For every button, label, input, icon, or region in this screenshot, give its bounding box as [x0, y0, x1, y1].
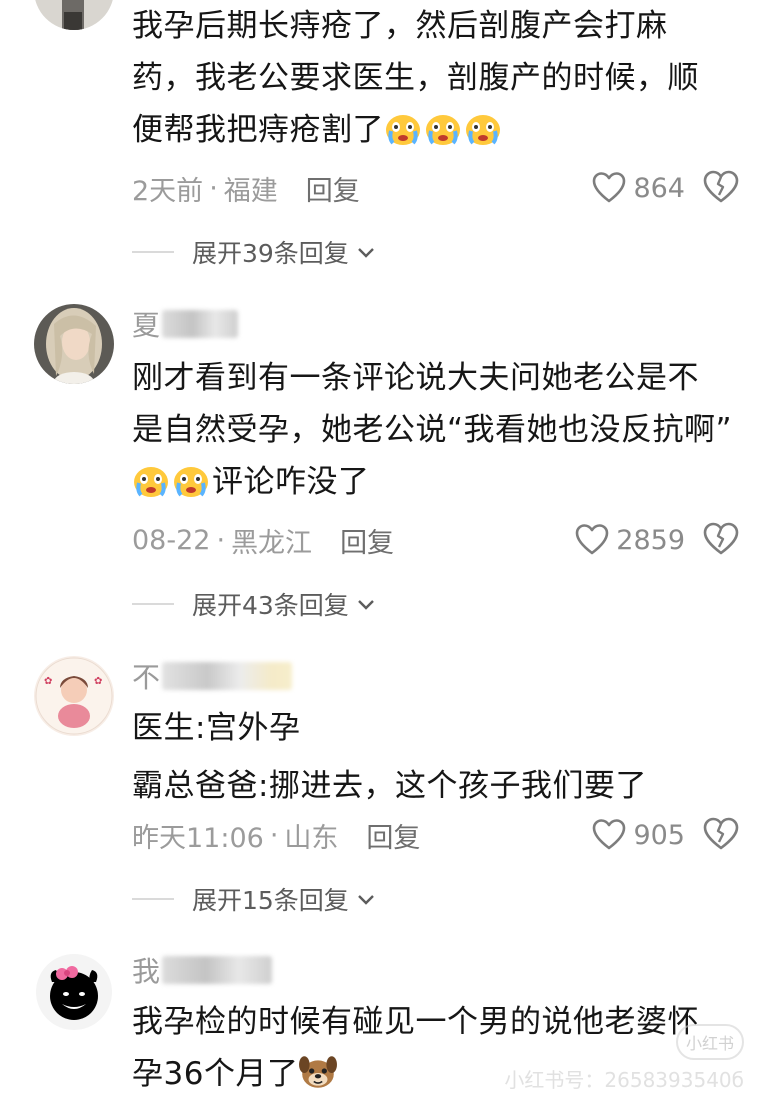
divider — [132, 898, 174, 900]
heart-outline-icon — [575, 524, 609, 555]
comment-line: 便帮我把痔疮割了 — [132, 112, 384, 148]
comment-text: 医生:宫外孕 霸总爸爸:挪进去，这个孩子我们要了 — [132, 702, 647, 812]
comment-line: 药，我老公要求医生，剖腹产的时候，顺 — [132, 60, 699, 96]
reply-button[interactable]: 回复 — [366, 816, 420, 855]
like-button[interactable]: 2859 — [574, 520, 685, 560]
emoji-group — [384, 112, 504, 148]
broken-heart-icon[interactable] — [702, 168, 740, 206]
crying-face-emoji — [466, 115, 500, 145]
svg-text:✿: ✿ — [94, 676, 102, 687]
comment-line: 评论咋没了 — [212, 464, 370, 500]
username-blurred — [162, 310, 239, 338]
broken-heart-icon[interactable] — [702, 815, 740, 853]
chevron-down-icon — [357, 600, 374, 610]
comment-location: 黑龙江 — [231, 527, 313, 559]
like-count: 2859 — [616, 524, 685, 556]
comment-line: 刚才看到有一条评论说大夫问她老公是不 — [132, 360, 699, 396]
comment-line: 医生:宫外孕 — [132, 710, 301, 746]
meta-separator: · — [209, 172, 218, 204]
like-count: 905 — [633, 819, 685, 851]
comment-line: 是自然受孕，她老公说“我看她也没反抗啊” — [132, 412, 733, 448]
heart-outline-icon — [593, 172, 626, 203]
broken-heart-icon[interactable] — [702, 520, 740, 558]
comment-time: 2天前 — [132, 175, 204, 207]
comment-line: 我孕检的时候有碰见一个男的说他老婆怀 — [132, 1004, 699, 1040]
username-visible: 我 — [132, 955, 161, 988]
username[interactable]: 我 — [132, 950, 273, 990]
chevron-down-icon — [357, 895, 374, 905]
watermark-text: 小红书号：2658393540б — [504, 1068, 744, 1092]
meta-separator: · — [216, 524, 226, 556]
crying-face-emoji — [174, 467, 208, 497]
expand-label: 展开39条回复 — [192, 239, 349, 268]
expand-label: 展开43条回复 — [192, 591, 349, 620]
reply-button[interactable]: 回复 — [340, 521, 394, 560]
avatar[interactable]: ✿ ✿ — [34, 656, 114, 736]
crying-face-emoji — [386, 115, 420, 145]
comment-time: 昨天11:06 — [132, 822, 264, 854]
comment-meta: 昨天11:06 · 山东 回复 — [132, 815, 420, 855]
comment-text: 我孕后期长痔疮了，然后剖腹产会打麻 药，我老公要求医生，剖腹产的时候，顺 便帮我… — [132, 0, 699, 156]
dog-face-emoji — [299, 1056, 338, 1088]
meta-separator: · — [269, 819, 279, 851]
comment-time: 08-22 — [132, 524, 211, 556]
comment-line: 霸总爸爸:挪进去，这个孩子我们要了 — [132, 768, 647, 804]
heart-outline-icon — [593, 819, 626, 850]
avatar[interactable] — [34, 304, 114, 384]
avatar[interactable] — [34, 952, 114, 1032]
watermark-logo: 小红书 — [676, 1024, 744, 1060]
like-count: 864 — [633, 172, 685, 204]
username-visible: 夏 — [132, 309, 161, 342]
comment-line: 我孕后期长痔疮了，然后剖腹产会打麻 — [132, 8, 668, 44]
comment-line: 孕36个月了 — [132, 1056, 299, 1092]
chevron-down-icon — [357, 248, 374, 258]
like-button[interactable]: 905 — [591, 815, 685, 855]
crying-face-emoji — [426, 115, 460, 145]
comment-location: 福建 — [223, 175, 278, 207]
like-button[interactable]: 864 — [591, 168, 685, 208]
divider — [132, 251, 174, 253]
avatar[interactable] — [34, 0, 114, 30]
svg-text:✿: ✿ — [44, 676, 52, 687]
username-blurred — [162, 956, 273, 984]
username-blurred — [162, 662, 293, 690]
expand-label: 展开15条回复 — [192, 886, 349, 915]
username[interactable]: 不 — [132, 656, 293, 696]
crying-face-emoji — [134, 467, 168, 497]
comment-meta: 08-22 · 黑龙江 回复 — [132, 520, 394, 560]
username-visible: 不 — [132, 661, 161, 694]
comment-meta: 2天前 · 福建 回复 — [132, 168, 360, 208]
comment-location: 山东 — [284, 822, 339, 854]
divider — [132, 603, 174, 605]
comment-text: 刚才看到有一条评论说大夫问她老公是不 是自然受孕，她老公说“我看她也没反抗啊” … — [132, 352, 732, 508]
reply-button[interactable]: 回复 — [306, 169, 360, 208]
username[interactable]: 夏 — [132, 304, 239, 344]
